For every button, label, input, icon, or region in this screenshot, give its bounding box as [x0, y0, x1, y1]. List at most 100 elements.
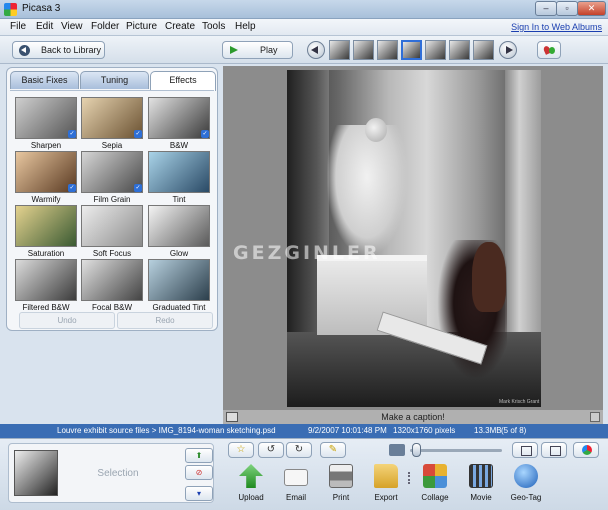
file-date: 9/2/2007 10:01:48 PM — [308, 426, 387, 435]
zoom-slider-handle[interactable] — [412, 443, 421, 457]
photo-viewer: Mark Krisch Grant GEZGINLER — [223, 66, 603, 410]
effect-thumbnail — [148, 205, 210, 247]
color-picker-icon[interactable] — [537, 41, 561, 59]
effect-sharpen[interactable]: ✓ Sharpen — [15, 97, 77, 151]
caption-bar: Make a caption! — [223, 410, 603, 424]
view-single-button[interactable] — [512, 442, 538, 458]
effect-label: Focal B&W — [91, 303, 132, 312]
print-button[interactable]: Print — [321, 462, 361, 508]
effect-tint[interactable]: Tint — [148, 151, 210, 205]
view-compare-button[interactable] — [541, 442, 567, 458]
effect-label: Graduated Tint — [152, 303, 206, 312]
globe-icon — [514, 464, 538, 488]
edit-panel: Basic Fixes Tuning Effects ✓ Sharpen ✓ Sep… — [6, 67, 218, 331]
movie-button[interactable]: Movie — [461, 462, 501, 508]
email-icon — [284, 469, 308, 486]
menu-edit[interactable]: Edit — [36, 21, 53, 32]
maximize-button[interactable]: ▫ — [556, 1, 578, 16]
email-button[interactable]: Email — [276, 462, 316, 508]
redo-button[interactable]: Redo — [117, 312, 213, 329]
menu-help[interactable]: Help — [235, 21, 256, 32]
tab-tuning[interactable]: Tuning — [80, 71, 149, 89]
filmstrip-thumb[interactable] — [377, 40, 398, 60]
effect-label: Tint — [172, 195, 186, 204]
effect-label: Warmify — [31, 195, 61, 204]
effect-focal-bw[interactable]: Focal B&W — [81, 259, 143, 313]
effect-bw[interactable]: ✓ B&W — [148, 97, 210, 151]
filmstrip-thumb[interactable] — [329, 40, 350, 60]
effect-sepia[interactable]: ✓ Sepia — [81, 97, 143, 151]
play-icon — [230, 46, 238, 54]
rotate-left-button[interactable]: ↺ — [258, 442, 284, 458]
sign-in-link[interactable]: Sign In to Web Albums — [511, 22, 602, 32]
effect-graduated-tint[interactable]: Graduated Tint — [148, 259, 210, 313]
menu-view[interactable]: View — [61, 21, 83, 32]
tab-basic-fixes[interactable]: Basic Fixes — [10, 71, 79, 89]
tab-effects[interactable]: Effects — [150, 71, 216, 91]
star-button[interactable]: ☆ — [228, 442, 254, 458]
effect-soft-focus[interactable]: Soft Focus — [81, 205, 143, 259]
photo-info-bar: Louvre exhibit source files > IMG_8194-w… — [0, 424, 608, 438]
effect-label: Sharpen — [30, 141, 62, 150]
watermark-text: GEZGINLER — [233, 242, 381, 264]
effect-film-grain[interactable]: ✓ Film Grain — [81, 151, 143, 205]
applied-badge-icon: ✓ — [134, 184, 142, 192]
close-button[interactable]: ✕ — [577, 1, 606, 16]
filmstrip — [329, 40, 495, 60]
menu-folder[interactable]: Folder — [91, 21, 119, 32]
geotag-button[interactable]: Geo-Tag — [506, 462, 546, 508]
main-photo[interactable]: Mark Krisch Grant — [287, 70, 541, 407]
filmstrip-thumb-selected[interactable] — [401, 40, 422, 60]
file-size: 13.3MB — [474, 426, 502, 435]
caption-tool-button[interactable]: ✎ — [320, 442, 346, 458]
back-to-library-label: Back to Library — [41, 45, 102, 55]
clear-selection-button[interactable]: ⊘ — [185, 465, 213, 480]
effect-label: Saturation — [27, 249, 65, 258]
filmstrip-thumb[interactable] — [425, 40, 446, 60]
export-button[interactable]: Export — [366, 462, 406, 508]
applied-badge-icon: ✓ — [68, 184, 76, 192]
menu-picture[interactable]: Picture — [126, 21, 157, 32]
view-color-button[interactable] — [573, 442, 599, 458]
toolbar: Back to Library Play — [0, 36, 608, 64]
photo-statue-head — [365, 118, 387, 142]
collage-label: Collage — [421, 493, 449, 502]
menu-file[interactable]: File — [10, 21, 26, 32]
caption-input[interactable]: Make a caption! — [223, 412, 603, 422]
effect-saturation[interactable]: Saturation — [15, 205, 77, 259]
zoom-slider-track[interactable] — [410, 449, 502, 452]
caption-end-icon[interactable] — [590, 412, 600, 422]
effect-label: Soft Focus — [92, 249, 132, 258]
previous-photo-button[interactable] — [307, 41, 325, 59]
rotate-right-button[interactable]: ↻ — [286, 442, 312, 458]
back-to-library-button[interactable]: Back to Library — [12, 41, 105, 59]
photo-count: (5 of 8) — [501, 426, 527, 435]
selection-label: Selection — [97, 468, 139, 479]
upload-icon — [239, 464, 263, 488]
play-slideshow-button[interactable]: Play — [222, 41, 293, 59]
menu-create[interactable]: Create — [165, 21, 195, 32]
selected-thumbnail[interactable] — [14, 450, 58, 496]
file-path: Louvre exhibit source files > IMG_8194-w… — [57, 426, 276, 435]
collage-button[interactable]: Collage — [415, 462, 455, 508]
undo-button[interactable]: Undo — [19, 312, 115, 329]
effect-warmify[interactable]: ✓ Warmify — [15, 151, 77, 205]
toolbar-separator — [408, 472, 411, 484]
effect-thumbnail — [81, 205, 143, 247]
filmstrip-thumb[interactable] — [449, 40, 470, 60]
filmstrip-thumb[interactable] — [473, 40, 494, 60]
effect-filtered-bw[interactable]: Filtered B&W — [15, 259, 77, 313]
menu-tools[interactable]: Tools — [202, 21, 225, 32]
hold-selection-button[interactable]: ⬆ — [185, 448, 213, 463]
effect-thumbnail — [15, 259, 77, 301]
add-to-album-button[interactable]: ▾ — [185, 486, 213, 501]
minimize-button[interactable]: – — [535, 1, 557, 16]
effect-glow[interactable]: Glow — [148, 205, 210, 259]
effect-label: Filtered B&W — [22, 303, 70, 312]
window-title: Picasa 3 — [22, 3, 61, 14]
geotag-label: Geo-Tag — [510, 493, 542, 502]
next-photo-button[interactable] — [499, 41, 517, 59]
effect-label: Glow — [169, 249, 189, 258]
upload-button[interactable]: Upload — [231, 462, 271, 508]
filmstrip-thumb[interactable] — [353, 40, 374, 60]
